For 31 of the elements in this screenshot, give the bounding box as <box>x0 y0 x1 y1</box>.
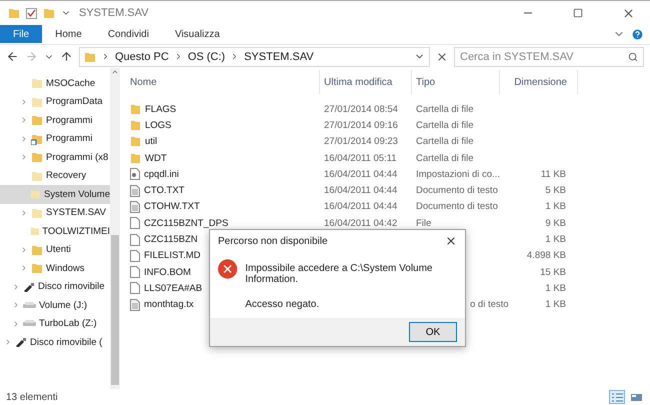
type-cell: Documento di testo <box>416 185 498 196</box>
date-cell: 27/01/2014 09:16 <box>324 120 398 131</box>
size-cell: 1 KB <box>545 299 566 310</box>
type-cell: Cartella di file <box>416 136 474 148</box>
error-message: Impossibile accedere a C:\System Volume Information. <box>245 263 434 285</box>
size-cell: 1 KB <box>545 201 566 212</box>
type-cell: Cartella di file <box>416 104 474 115</box>
date-cell: 16/04/2011 04:44 <box>324 201 398 212</box>
type-cell: Cartella di file <box>416 152 474 164</box>
type-cell: Documento di testo <box>416 201 498 212</box>
type-cell: Cartella di file <box>416 120 474 131</box>
type-cell: Impostazioni di co... <box>416 168 500 180</box>
size-cell: 15 KB <box>540 266 566 278</box>
size-cell: 1 KB <box>545 282 566 294</box>
error-detail: Accesso negato. <box>245 299 320 310</box>
size-cell: 9 KB <box>545 218 566 229</box>
size-cell: 5 KB <box>545 185 566 196</box>
item-count: 13 elementi <box>6 392 58 402</box>
window-title: SYSTEM.SAV <box>79 7 148 19</box>
size-cell: 1 KB <box>545 234 566 246</box>
date-cell: 16/04/2011 04:44 <box>324 185 398 196</box>
type-cell: File <box>416 218 432 229</box>
date-cell: 27/01/2014 09:23 <box>324 136 398 148</box>
date-cell: 16/04/2011 05:11 <box>324 152 397 164</box>
size-cell: 4.898 KB <box>526 250 566 262</box>
type-cell: o di testo <box>470 299 509 310</box>
date-cell: 16/04/2011 04:42 <box>324 218 398 229</box>
date-cell: 16/04/2011 04:44 <box>324 168 398 180</box>
size-cell: 11 KB <box>540 168 566 180</box>
date-cell: 27/01/2014 08:54 <box>324 104 398 115</box>
dialog-title: Percorso non disponibile <box>218 236 328 246</box>
